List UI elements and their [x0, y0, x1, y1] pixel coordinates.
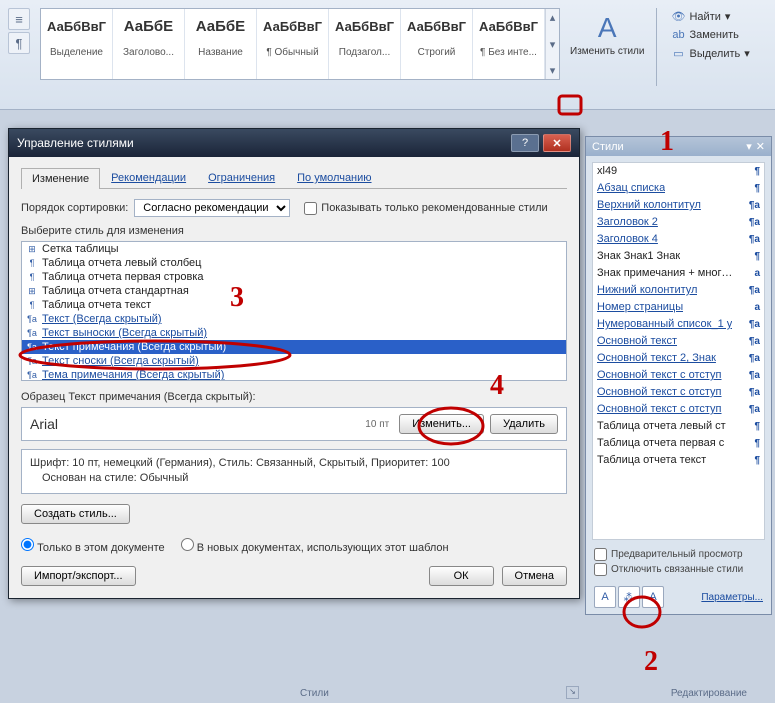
list-item[interactable]: ¶Таблица отчета первая стровка: [22, 270, 566, 284]
chevron-down-icon[interactable]: ▾: [746, 140, 752, 153]
list-item[interactable]: ¶Таблица отчета левый столбец: [22, 256, 566, 270]
pane-style-item[interactable]: Абзац списка¶: [593, 180, 764, 197]
list-item[interactable]: ¶aТекст сноски (Всегда скрытый): [22, 354, 566, 368]
style-thumb[interactable]: АаБбВвГПодзагол...: [329, 9, 401, 79]
pane-style-item[interactable]: Знак Знак1 Знак¶: [593, 248, 764, 265]
style-thumb[interactable]: АаБбВвГ¶ Без инте...: [473, 9, 545, 79]
radio-template[interactable]: В новых документах, использующих этот ша…: [181, 538, 449, 554]
pane-style-item[interactable]: Нумерованный список_1 у¶a: [593, 316, 764, 333]
pane-style-item[interactable]: Верхний колонтитул¶a: [593, 197, 764, 214]
pane-style-list[interactable]: xl49¶Абзац списка¶Верхний колонтитул¶aЗа…: [592, 162, 765, 540]
modify-button[interactable]: Изменить...: [399, 414, 484, 434]
styles-pane: Стили ▾ ✕ xl49¶Абзац списка¶Верхний колон…: [585, 136, 772, 615]
pane-title: Стили: [592, 141, 624, 153]
tab-default[interactable]: По умолчанию: [286, 167, 382, 188]
list-item[interactable]: ¶Таблица отчета текст: [22, 298, 566, 312]
help-button[interactable]: ?: [511, 134, 539, 152]
chevron-up-icon[interactable]: ▴: [550, 11, 556, 24]
radio-this-doc[interactable]: Только в этом документе: [21, 538, 165, 554]
style-thumb[interactable]: АаБбЕНазвание: [185, 9, 257, 79]
ribbon-quick-icons: ≡ ¶: [4, 4, 34, 58]
delete-button[interactable]: Удалить: [490, 414, 558, 434]
chevron-down-icon[interactable]: ▾: [550, 38, 556, 51]
cancel-button[interactable]: Отмена: [502, 566, 567, 586]
list-item[interactable]: ⊞Таблица отчета стандартная: [22, 284, 566, 298]
sample-label: Образец Текст примечания (Всегда скрытый…: [21, 391, 567, 403]
style-thumb[interactable]: АаБбЕЗаголово...: [113, 9, 185, 79]
tab-recommend[interactable]: Рекомендации: [100, 167, 197, 188]
style-thumb[interactable]: АаБбВвГСтрогий: [401, 9, 473, 79]
tabstrip: Изменение Рекомендации Ограничения По ум…: [21, 167, 567, 189]
styles-icon: A: [598, 12, 617, 44]
style-thumb[interactable]: АаБбВвГВыделение: [41, 9, 113, 79]
pane-style-item[interactable]: Основной текст с отступ¶a: [593, 401, 764, 418]
font-name-preview: Arial: [30, 416, 365, 432]
pane-style-item[interactable]: Заголовок 2¶a: [593, 214, 764, 231]
pane-style-item[interactable]: Основной текст¶a: [593, 333, 764, 350]
pane-style-item[interactable]: Таблица отчета левый ст¶: [593, 418, 764, 435]
show-recommended-checkbox[interactable]: Показывать только рекомендованные стили: [304, 202, 547, 215]
pane-style-item[interactable]: Основной текст с отступ¶a: [593, 384, 764, 401]
import-export-button[interactable]: Импорт/экспорт...: [21, 566, 136, 586]
editing-group: 👁Найти ▾ abЗаменить ▭Выделить ▾: [661, 4, 759, 66]
font-preview: Arial 10 пт Изменить... Удалить: [21, 407, 567, 441]
ribbon: ≡ ¶ АаБбВвГВыделение АаБбЕЗаголово... Аа…: [0, 0, 775, 110]
style-description: Шрифт: 10 пт, немецкий (Германия), Стиль…: [21, 449, 567, 494]
sort-order-select[interactable]: Согласно рекомендации: [134, 199, 290, 217]
pick-style-label: Выберите стиль для изменения: [21, 225, 567, 237]
pane-style-item[interactable]: Основной текст с отступ¶a: [593, 367, 764, 384]
replace-button[interactable]: abЗаменить: [667, 27, 753, 43]
tab-restrict[interactable]: Ограничения: [197, 167, 286, 188]
close-icon[interactable]: ✕: [756, 140, 765, 153]
divider: [656, 8, 657, 86]
pane-style-item[interactable]: Таблица отчета первая с¶: [593, 435, 764, 452]
styles-launcher[interactable]: ↘: [566, 686, 579, 699]
style-thumb[interactable]: АаБбВвГ¶ Обычный: [257, 9, 329, 79]
sort-label: Порядок сортировки:: [21, 202, 128, 214]
pane-style-item[interactable]: Заголовок 4¶a: [593, 231, 764, 248]
list-icon[interactable]: ≡: [8, 8, 30, 30]
pane-style-item[interactable]: Номер страницыa: [593, 299, 764, 316]
styles-gallery[interactable]: АаБбВвГВыделение АаБбЕЗаголово... АаБбЕН…: [40, 8, 560, 80]
gallery-scrollbar[interactable]: ▴ ▾ ▾: [545, 9, 559, 79]
manage-styles-button[interactable]: A: [642, 586, 664, 608]
dialog-title: Управление стилями: [17, 136, 134, 150]
pane-style-item[interactable]: Таблица отчета текст¶: [593, 452, 764, 469]
replace-icon: ab: [671, 29, 685, 41]
select-button[interactable]: ▭Выделить ▾: [667, 45, 753, 62]
paragraph-mark-icon[interactable]: ¶: [8, 32, 30, 54]
style-listbox[interactable]: ⊞Сетка таблицы¶Таблица отчета левый стол…: [21, 241, 567, 381]
disable-linked-checkbox[interactable]: Отключить связанные стили: [594, 563, 763, 576]
pane-style-item[interactable]: xl49¶: [593, 163, 764, 180]
new-style-button[interactable]: A: [594, 586, 616, 608]
ok-button[interactable]: ОК: [429, 566, 494, 586]
style-inspector-button[interactable]: ⁂: [618, 586, 640, 608]
manage-styles-dialog: Управление стилями ? ✕ Изменение Рекомен…: [8, 128, 580, 599]
find-button[interactable]: 👁Найти ▾: [667, 8, 753, 25]
change-styles-button[interactable]: A Изменить стили: [564, 8, 650, 61]
list-item[interactable]: ⊞Сетка таблицы: [22, 242, 566, 256]
tab-edit[interactable]: Изменение: [21, 168, 100, 189]
binoculars-icon: 👁: [671, 10, 685, 23]
options-link[interactable]: Параметры...: [701, 592, 763, 603]
group-label-styles: Стили: [300, 688, 329, 699]
create-style-button[interactable]: Создать стиль...: [21, 504, 130, 524]
font-size-preview: 10 пт: [365, 419, 389, 430]
pane-style-item[interactable]: Основной текст 2, Знак¶a: [593, 350, 764, 367]
dialog-titlebar: Управление стилями ? ✕: [9, 129, 579, 157]
group-label-editing: Редактирование: [671, 688, 747, 699]
list-item[interactable]: ¶aТекст выноски (Всегда скрытый): [22, 326, 566, 340]
close-button[interactable]: ✕: [543, 134, 571, 152]
cursor-icon: ▭: [671, 47, 685, 60]
list-item[interactable]: ¶aТекст (Всегда скрытый): [22, 312, 566, 326]
more-icon[interactable]: ▾: [550, 64, 556, 77]
pane-header: Стили ▾ ✕: [586, 137, 771, 156]
pane-style-item[interactable]: Знак примечания + многоуровневый, Слева:…: [593, 265, 764, 282]
list-item[interactable]: ¶aТема примечания (Всегда скрытый): [22, 368, 566, 381]
list-item[interactable]: ¶aТекст примечания (Всегда скрытый): [22, 340, 566, 354]
preview-checkbox[interactable]: Предварительный просмотр: [594, 548, 763, 561]
pane-style-item[interactable]: Нижний колонтитул¶a: [593, 282, 764, 299]
